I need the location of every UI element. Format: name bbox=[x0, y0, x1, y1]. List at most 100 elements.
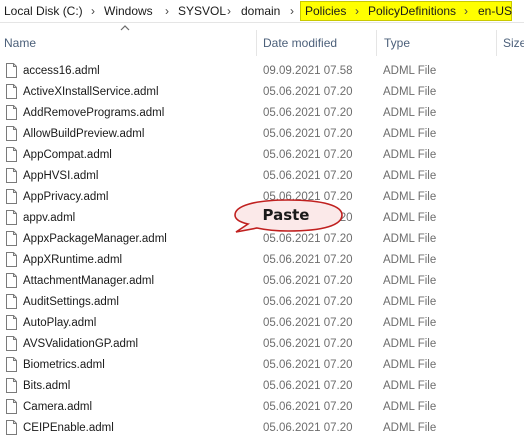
file-type: ADML File bbox=[383, 380, 437, 392]
file-name: AppCompat.adml bbox=[23, 149, 112, 161]
file-name: Bits.adml bbox=[23, 380, 71, 392]
file-name: AddRemovePrograms.adml bbox=[23, 107, 165, 119]
file-row[interactable]: AddRemovePrograms.adml 05.06.2021 07.20 AD… bbox=[0, 103, 524, 124]
file-name: AppxPackageManager.adml bbox=[23, 233, 167, 245]
breadcrumb-separator: › bbox=[227, 4, 231, 18]
breadcrumb-separator: › bbox=[91, 4, 95, 18]
column-size[interactable]: Size bbox=[503, 35, 524, 51]
document-icon bbox=[6, 63, 17, 78]
file-date-modified: 05.06.2021 07.20 bbox=[263, 317, 353, 329]
file-row[interactable]: AutoPlay.adml 05.06.2021 07.20 ADML File bbox=[0, 313, 524, 334]
file-row[interactable]: AVSValidationGP.adml 05.06.2021 07.20 ADML… bbox=[0, 334, 524, 355]
file-date-modified: 05.06.2021 07.20 bbox=[263, 170, 353, 182]
file-name: AppXRuntime.adml bbox=[23, 254, 123, 266]
sort-up-icon[interactable] bbox=[120, 24, 130, 32]
file-name: AppPrivacy.adml bbox=[23, 191, 109, 203]
file-date-modified: 05.06.2021 07.20 bbox=[263, 380, 353, 392]
column-header-row: Name Date modified Type Size bbox=[0, 24, 524, 62]
file-type: ADML File bbox=[383, 107, 437, 119]
document-icon bbox=[6, 357, 17, 372]
document-icon bbox=[6, 126, 17, 141]
file-type: ADML File bbox=[383, 317, 437, 329]
file-date-modified: 05.06.2021 07.20 bbox=[263, 149, 353, 161]
document-icon bbox=[6, 420, 17, 435]
column-date-modified[interactable]: Date modified bbox=[263, 35, 337, 51]
column-name[interactable]: Name bbox=[4, 35, 36, 51]
breadcrumb-policies[interactable]: Policies bbox=[305, 3, 346, 19]
file-date-modified: 05.06.2021 07.20 bbox=[263, 422, 353, 434]
file-type: ADML File bbox=[383, 422, 437, 434]
column-type[interactable]: Type bbox=[384, 35, 410, 51]
file-type: ADML File bbox=[383, 338, 437, 350]
file-row[interactable]: ActiveXInstallService.adml 05.06.2021 07.… bbox=[0, 82, 524, 103]
file-name: access16.adml bbox=[23, 65, 100, 77]
file-row[interactable]: access16.adml 09.09.2021 07.58 ADML File bbox=[0, 61, 524, 82]
document-icon bbox=[6, 105, 17, 120]
file-date-modified: 05.06.2021 07.20 bbox=[263, 86, 353, 98]
document-icon bbox=[6, 273, 17, 288]
breadcrumb-separator: › bbox=[355, 4, 359, 18]
file-type: ADML File bbox=[383, 65, 437, 77]
file-type: ADML File bbox=[383, 275, 437, 287]
file-type: ADML File bbox=[383, 359, 437, 371]
document-icon bbox=[6, 294, 17, 309]
file-date-modified: 05.06.2021 07.20 bbox=[263, 338, 353, 350]
file-name: appv.adml bbox=[23, 212, 76, 224]
document-icon bbox=[6, 252, 17, 267]
file-row[interactable]: AppHVSI.adml 05.06.2021 07.20 ADML File bbox=[0, 166, 524, 187]
document-icon bbox=[6, 378, 17, 393]
file-row[interactable]: Biometrics.adml 05.06.2021 07.20 ADML File bbox=[0, 355, 524, 376]
file-type: ADML File bbox=[383, 170, 437, 182]
breadcrumb-domain[interactable]: domain bbox=[241, 3, 280, 19]
document-icon bbox=[6, 231, 17, 246]
file-name: AttachmentManager.adml bbox=[23, 275, 155, 287]
address-bar[interactable]: Local Disk (C:) › Windows › SYSVOL › dom… bbox=[0, 0, 524, 23]
file-name: AppHVSI.adml bbox=[23, 170, 99, 182]
file-row[interactable]: AppCompat.adml 05.06.2021 07.20 ADML File bbox=[0, 145, 524, 166]
column-divider[interactable] bbox=[376, 30, 377, 56]
callout-label: Paste bbox=[262, 206, 310, 224]
file-row[interactable]: AuditSettings.adml 05.06.2021 07.20 ADML F… bbox=[0, 292, 524, 313]
document-icon bbox=[6, 147, 17, 162]
file-type: ADML File bbox=[383, 296, 437, 308]
file-type: ADML File bbox=[383, 86, 437, 98]
file-name: Camera.adml bbox=[23, 401, 93, 413]
column-divider[interactable] bbox=[496, 30, 497, 56]
file-date-modified: 05.06.2021 07.20 bbox=[263, 359, 353, 371]
file-row[interactable]: AttachmentManager.adml 05.06.2021 07.20 AD… bbox=[0, 271, 524, 292]
breadcrumb-windows[interactable]: Windows bbox=[104, 3, 153, 19]
document-icon bbox=[6, 399, 17, 414]
file-name: Biometrics.adml bbox=[23, 359, 105, 371]
column-divider[interactable] bbox=[256, 30, 257, 56]
file-name: CEIPEnable.adml bbox=[23, 422, 114, 434]
file-row[interactable]: Bits.adml 05.06.2021 07.20 ADML File bbox=[0, 376, 524, 397]
file-row[interactable]: AllowBuildPreview.adml 05.06.2021 07.20 AD… bbox=[0, 124, 524, 145]
file-date-modified: 05.06.2021 07.20 bbox=[263, 296, 353, 308]
file-type: ADML File bbox=[383, 149, 437, 161]
file-name: AVSValidationGP.adml bbox=[23, 338, 139, 350]
file-name: AuditSettings.adml bbox=[23, 296, 119, 308]
file-date-modified: 05.06.2021 07.20 bbox=[263, 254, 353, 266]
file-type: ADML File bbox=[383, 233, 437, 245]
file-row[interactable]: Camera.adml 05.06.2021 07.20 ADML File bbox=[0, 397, 524, 418]
breadcrumb-local-disk[interactable]: Local Disk (C:) bbox=[4, 3, 83, 19]
file-row[interactable]: CEIPEnable.adml 05.06.2021 07.20 ADML File bbox=[0, 418, 524, 439]
document-icon bbox=[6, 84, 17, 99]
file-type: ADML File bbox=[383, 191, 437, 203]
file-date-modified: 05.06.2021 07.20 bbox=[263, 128, 353, 140]
document-icon bbox=[6, 189, 17, 204]
file-type: ADML File bbox=[383, 254, 437, 266]
file-type: ADML File bbox=[383, 128, 437, 140]
breadcrumb-sysvol[interactable]: SYSVOL bbox=[178, 3, 226, 19]
breadcrumb-separator: › bbox=[290, 4, 294, 18]
breadcrumb-en-us[interactable]: en-US bbox=[478, 3, 512, 19]
breadcrumb-separator: › bbox=[165, 4, 169, 18]
document-icon bbox=[6, 210, 17, 225]
file-type: ADML File bbox=[383, 401, 437, 413]
file-date-modified: 09.09.2021 07.58 bbox=[263, 65, 353, 77]
file-date-modified: 05.06.2021 07.20 bbox=[263, 401, 353, 413]
file-row[interactable]: AppXRuntime.adml 05.06.2021 07.20 ADML Fil… bbox=[0, 250, 524, 271]
paste-callout: Paste bbox=[232, 195, 347, 241]
document-icon bbox=[6, 315, 17, 330]
breadcrumb-policydefinitions[interactable]: PolicyDefinitions bbox=[368, 3, 456, 19]
